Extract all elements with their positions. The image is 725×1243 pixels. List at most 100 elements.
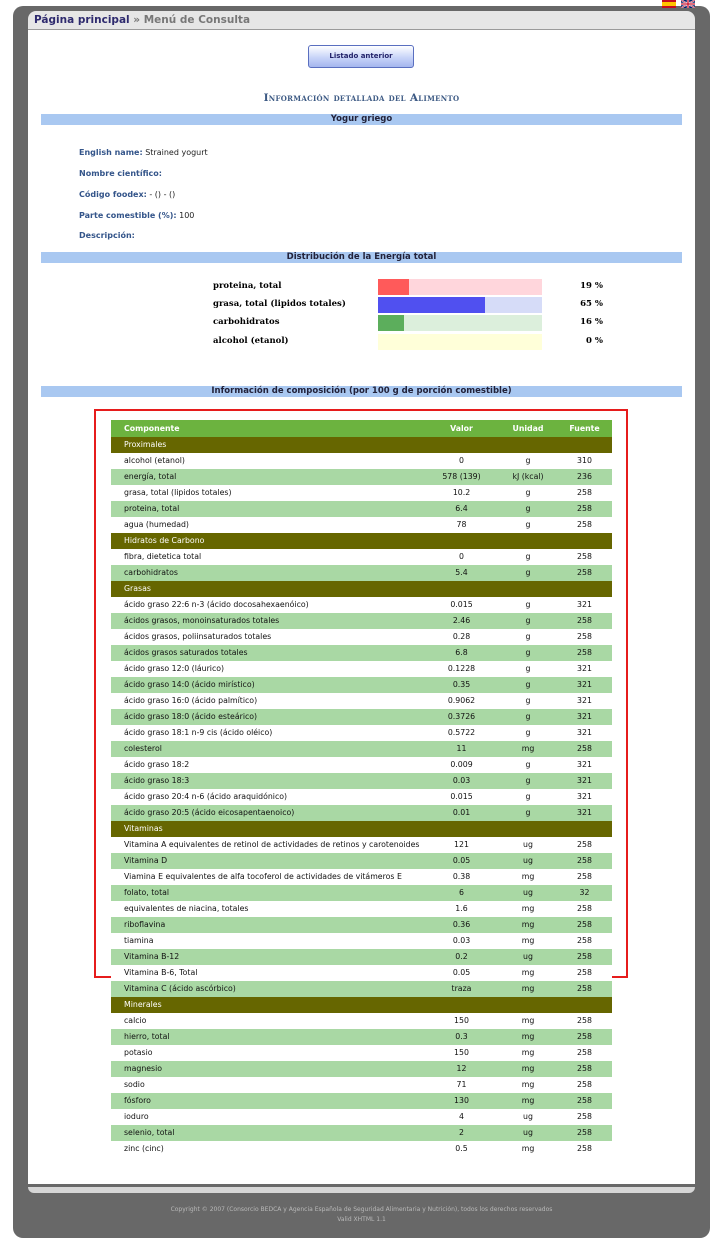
component-name: fósforo — [111, 1093, 424, 1109]
component-unit: g — [499, 677, 557, 693]
table-row: ácido graso 14:0 (ácido mirístico) 0.35 g 3… — [111, 677, 612, 693]
component-value: 0.3 — [424, 1029, 499, 1045]
component-source: 258 — [557, 741, 612, 757]
table-row: carbohidratos 5.4 g 258 — [111, 565, 612, 581]
component-unit: mg — [499, 901, 557, 917]
group-label: Proximales — [111, 437, 612, 453]
component-source: 258 — [557, 933, 612, 949]
table-group-row: Proximales — [111, 437, 612, 453]
component-value: 2 — [424, 1125, 499, 1141]
component-source: 258 — [557, 917, 612, 933]
component-unit: mg — [499, 741, 557, 757]
language-selector — [662, 0, 695, 8]
component-value: 0.03 — [424, 933, 499, 949]
table-row: ácidos grasos, poliinsaturados totales 0.… — [111, 629, 612, 645]
uk-flag-icon[interactable] — [681, 0, 695, 8]
composition-header: Información de composición (por 100 g de… — [41, 386, 682, 397]
spain-flag-icon[interactable] — [662, 0, 676, 8]
component-value: 6.8 — [424, 645, 499, 661]
component-source: 321 — [557, 661, 612, 677]
component-source: 321 — [557, 773, 612, 789]
table-row: tiamina 0.03 mg 258 — [111, 933, 612, 949]
info-label: Código foodex: — [79, 190, 147, 199]
component-unit: mg — [499, 1077, 557, 1093]
info-label: Nombre científico: — [79, 169, 162, 178]
component-value: 71 — [424, 1077, 499, 1093]
component-value: 0.9062 — [424, 693, 499, 709]
energy-bar-track — [378, 334, 542, 350]
component-name: alcohol (etanol) — [111, 453, 424, 469]
table-row: ácido graso 18:2 0.009 g 321 — [111, 757, 612, 773]
component-value: 5.4 — [424, 565, 499, 581]
breadcrumb-current: Menú de Consulta — [143, 14, 251, 26]
component-value: 0 — [424, 453, 499, 469]
component-source: 258 — [557, 1045, 612, 1061]
component-value: traza — [424, 981, 499, 997]
component-source: 258 — [557, 645, 612, 661]
component-name: ácido graso 18:3 — [111, 773, 424, 789]
component-name: Vitamina B-6, Total — [111, 965, 424, 981]
table-row: ácidos grasos, monoinsaturados totales 2.… — [111, 613, 612, 629]
valid-xhtml-link[interactable]: Valid XHTML 1.1 — [13, 1215, 710, 1225]
table-row: potasio 150 mg 258 — [111, 1045, 612, 1061]
info-foodex-code: Código foodex: - () - () — [79, 190, 175, 199]
component-value: 0.03 — [424, 773, 499, 789]
component-unit: g — [499, 773, 557, 789]
breadcrumb-separator: » — [129, 14, 144, 26]
table-row: ioduro 4 ug 258 — [111, 1109, 612, 1125]
component-name: selenio, total — [111, 1125, 424, 1141]
component-name: ácido graso 16:0 (ácido palmítico) — [111, 693, 424, 709]
component-source: 258 — [557, 1013, 612, 1029]
component-unit: mg — [499, 965, 557, 981]
energy-percent: 19 % — [580, 281, 603, 291]
component-unit: g — [499, 629, 557, 645]
group-label: Grasas — [111, 581, 612, 597]
component-unit: g — [499, 789, 557, 805]
info-label: Descripción: — [79, 231, 135, 240]
table-row: fibra, dietetica total 0 g 258 — [111, 549, 612, 565]
component-source: 258 — [557, 1093, 612, 1109]
component-name: zinc (cinc) — [111, 1141, 424, 1157]
composition-highlight-box: Componente Valor Unidad Fuente Proximale… — [94, 409, 628, 1157]
component-unit: g — [499, 597, 557, 613]
component-source: 258 — [557, 1029, 612, 1045]
component-value: 0 — [424, 549, 499, 565]
table-row: ácido graso 18:1 n-9 cis (ácido oléico) 0… — [111, 725, 612, 741]
component-name: Vitamina B-12 — [111, 949, 424, 965]
component-name: Vitamina C (ácido ascórbico) — [111, 981, 424, 997]
energy-bar-fill — [378, 315, 405, 331]
component-unit: g — [499, 613, 557, 629]
component-name: ácido graso 20:4 n-6 (ácido araquidónico… — [111, 789, 424, 805]
breadcrumb-home-link[interactable]: Página principal — [34, 14, 130, 26]
info-label: Parte comestible (%): — [79, 211, 177, 220]
component-unit: g — [499, 501, 557, 517]
table-row: fósforo 130 mg 258 — [111, 1093, 612, 1109]
info-edible-part: Parte comestible (%): 100 — [79, 211, 194, 220]
component-value: 1.6 — [424, 901, 499, 917]
component-unit: mg — [499, 1093, 557, 1109]
previous-list-button[interactable]: Listado anterior — [308, 45, 414, 68]
footer-bar — [28, 1187, 695, 1193]
component-value: 0.015 — [424, 789, 499, 805]
component-unit: ug — [499, 1125, 557, 1141]
component-source: 321 — [557, 709, 612, 725]
table-row: ácido graso 16:0 (ácido palmítico) 0.9062… — [111, 693, 612, 709]
component-name: ácido graso 14:0 (ácido mirístico) — [111, 677, 424, 693]
component-name: hierro, total — [111, 1029, 424, 1045]
component-source: 258 — [557, 965, 612, 981]
component-value: 121 — [424, 837, 499, 853]
component-source: 258 — [557, 869, 612, 885]
component-source: 258 — [557, 1109, 612, 1125]
component-unit: mg — [499, 1141, 557, 1157]
component-value: 0.05 — [424, 853, 499, 869]
component-source: 258 — [557, 853, 612, 869]
group-label: Vitaminas — [111, 821, 612, 837]
component-value: 11 — [424, 741, 499, 757]
component-name: tiamina — [111, 933, 424, 949]
component-source: 258 — [557, 485, 612, 501]
component-unit: g — [499, 549, 557, 565]
component-unit: g — [499, 661, 557, 677]
table-row: riboflavina 0.36 mg 258 — [111, 917, 612, 933]
component-unit: g — [499, 725, 557, 741]
component-name: ácido graso 18:0 (ácido esteárico) — [111, 709, 424, 725]
